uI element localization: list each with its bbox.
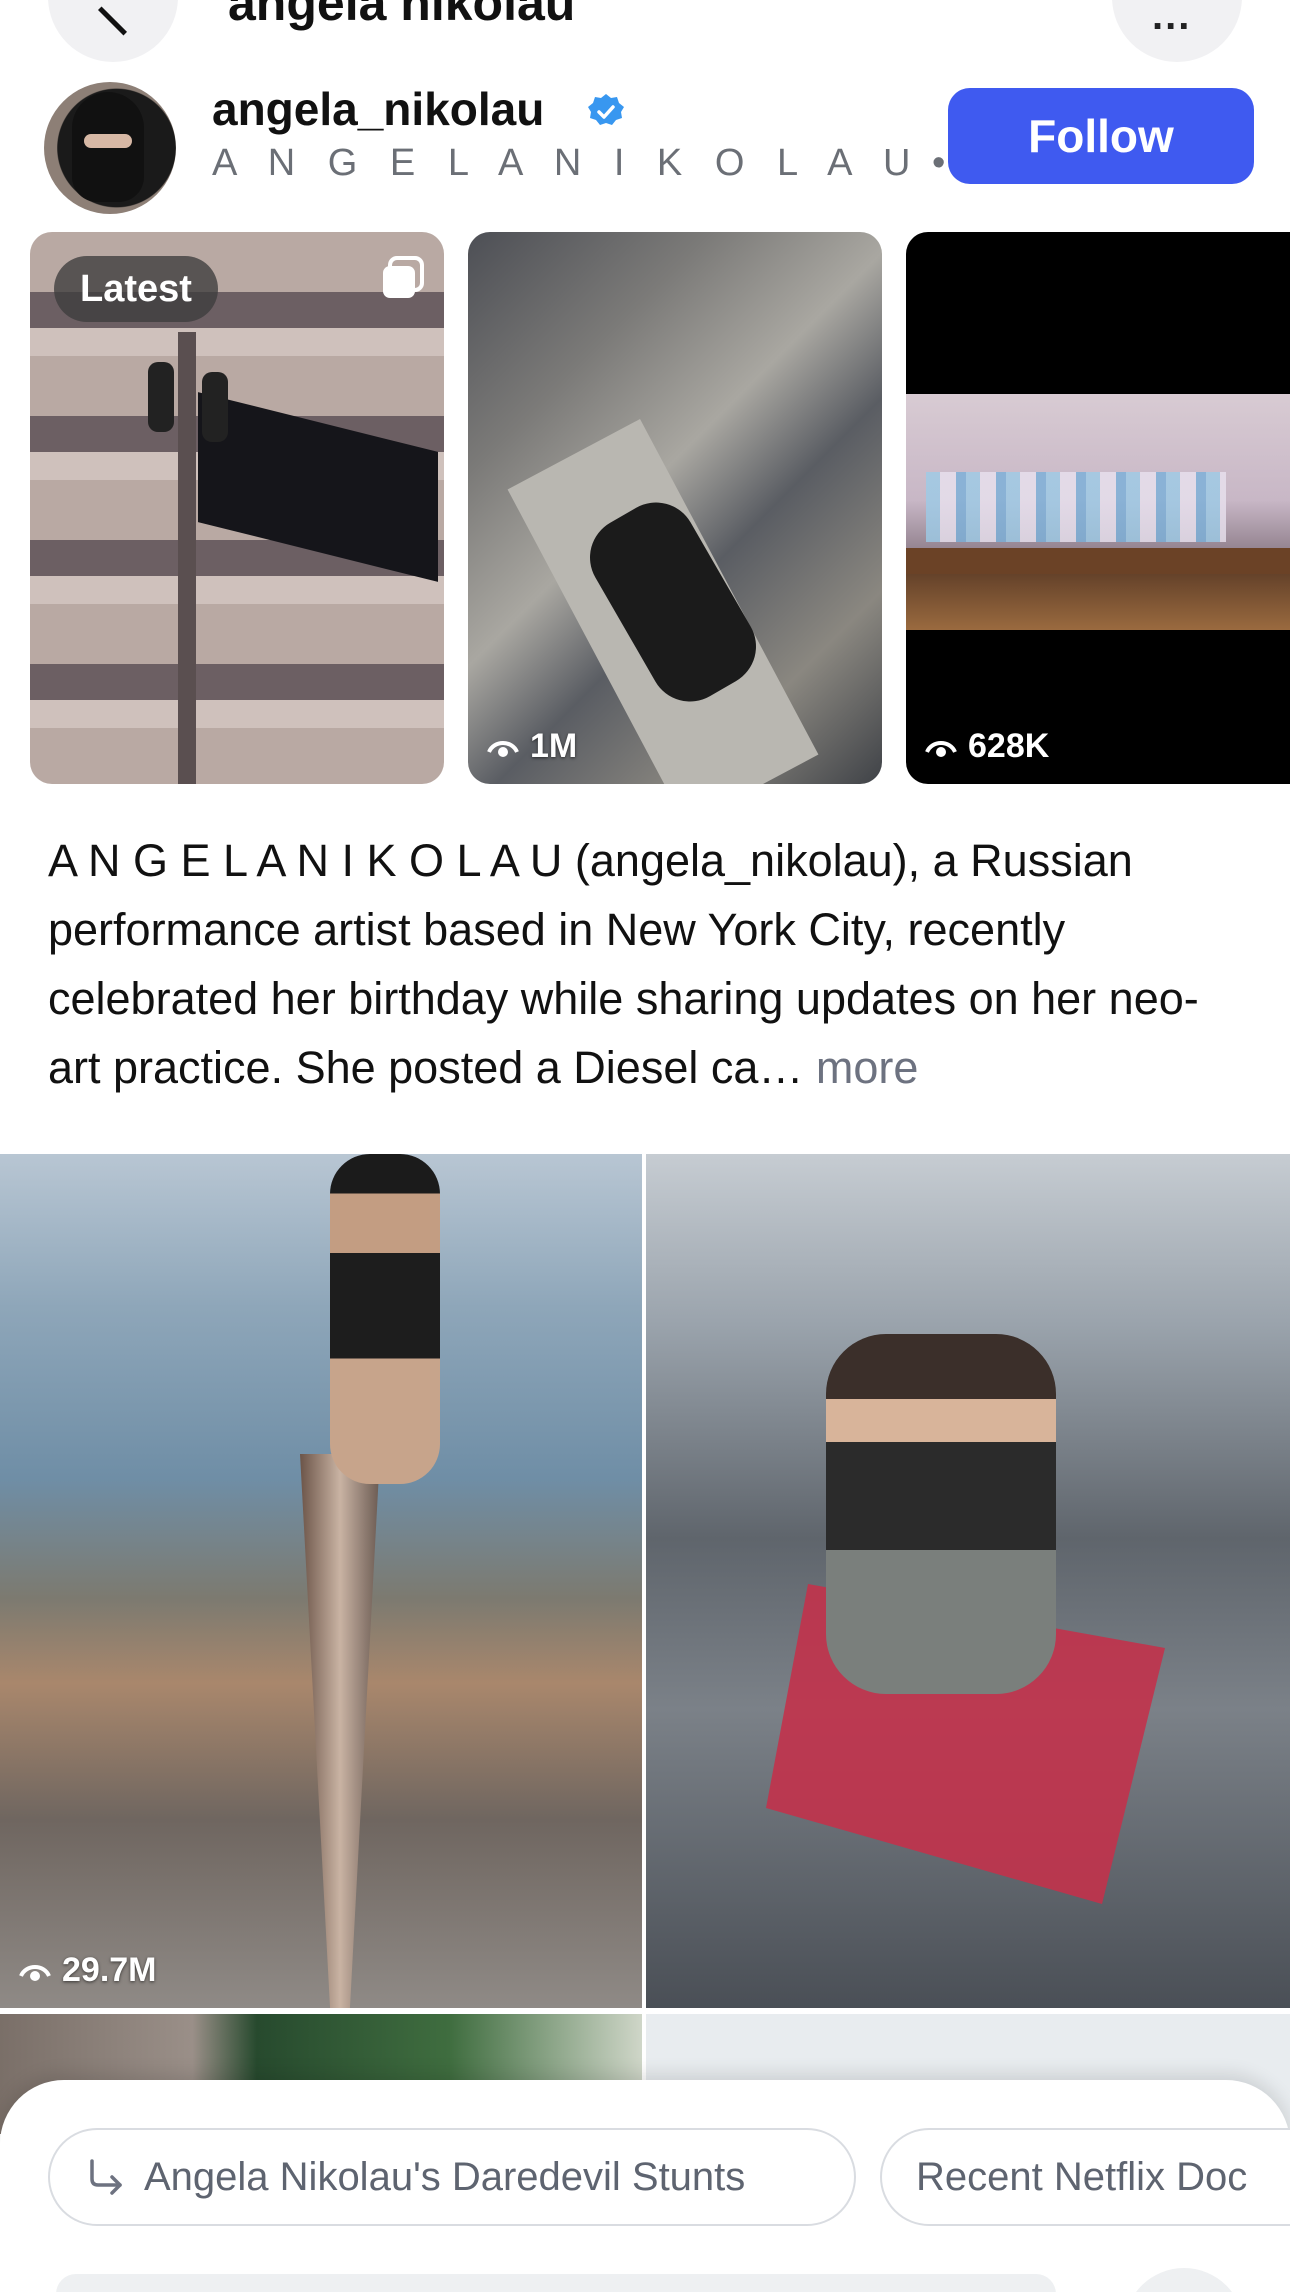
figure-shape: [202, 372, 228, 442]
views-icon: [925, 740, 957, 757]
profile-display-name: A N G E L A N I K O L A U: [212, 142, 922, 184]
flag-shape: [198, 392, 438, 582]
media-thumbnail[interactable]: 1M: [468, 232, 882, 784]
latest-badge: Latest: [54, 256, 218, 322]
follow-up-arrow-icon: [90, 2159, 122, 2195]
view-count: 1M: [486, 727, 577, 766]
city-lights-shape: [926, 472, 1226, 542]
more-link[interactable]: more: [816, 1042, 919, 1093]
suggestion-pill[interactable]: Recent Netflix Doc: [880, 2128, 1290, 2226]
view-count: 29.7M: [18, 1951, 157, 1990]
profile-description: A N G E L A N I K O L A U (angela_nikola…: [48, 826, 1248, 1102]
profile-username[interactable]: angela_nikolau: [212, 82, 544, 136]
grid-post[interactable]: 29.7M: [0, 1154, 642, 2008]
view-count: 628K: [924, 727, 1049, 766]
beam-shape: [906, 548, 1290, 574]
views-icon: [487, 740, 519, 757]
view-count-text: 628K: [968, 727, 1050, 765]
carousel-icon: [383, 256, 424, 298]
suggestion-label: Angela Nikolau's Daredevil Stunts: [144, 2154, 746, 2199]
description-text: A N G E L A N I K O L A U (angela_nikola…: [48, 835, 1199, 1093]
input-bar[interactable]: [56, 2274, 1056, 2292]
follow-button[interactable]: Follow: [948, 88, 1254, 184]
figure-shape: [148, 362, 174, 432]
grid-divider: [642, 1154, 646, 2144]
media-thumbnail-latest[interactable]: Latest: [30, 232, 444, 784]
views-icon: [19, 1964, 51, 1981]
chevron-left-icon: [98, 0, 149, 36]
antenna-shape: [178, 332, 196, 784]
spire-shape: [300, 1454, 380, 2008]
verified-badge-icon: [588, 94, 624, 125]
suggestion-pill[interactable]: Angela Nikolau's Daredevil Stunts: [48, 2128, 856, 2226]
figure-shape: [826, 1334, 1056, 1694]
suggestions-sheet: Angela Nikolau's Daredevil Stunts Recent…: [0, 2080, 1290, 2292]
top-bar: angela nikolau ...: [0, 0, 1290, 70]
media-thumbnail[interactable]: 628K: [906, 232, 1290, 784]
view-count-text: 29.7M: [62, 1951, 157, 1989]
more-options-button[interactable]: ...: [1112, 0, 1242, 62]
figure-shape: [330, 1154, 440, 1484]
action-button[interactable]: [1124, 2268, 1244, 2292]
back-button[interactable]: [48, 0, 178, 62]
suggestion-label: Recent Netflix Doc: [916, 2154, 1248, 2199]
avatar[interactable]: [44, 82, 176, 214]
avatar-eyes-shape: [84, 134, 132, 148]
view-count-text: 1M: [530, 727, 578, 765]
grid-post[interactable]: [646, 1154, 1290, 2008]
page-title: angela nikolau: [228, 0, 576, 31]
more-icon: ...: [1152, 0, 1192, 38]
